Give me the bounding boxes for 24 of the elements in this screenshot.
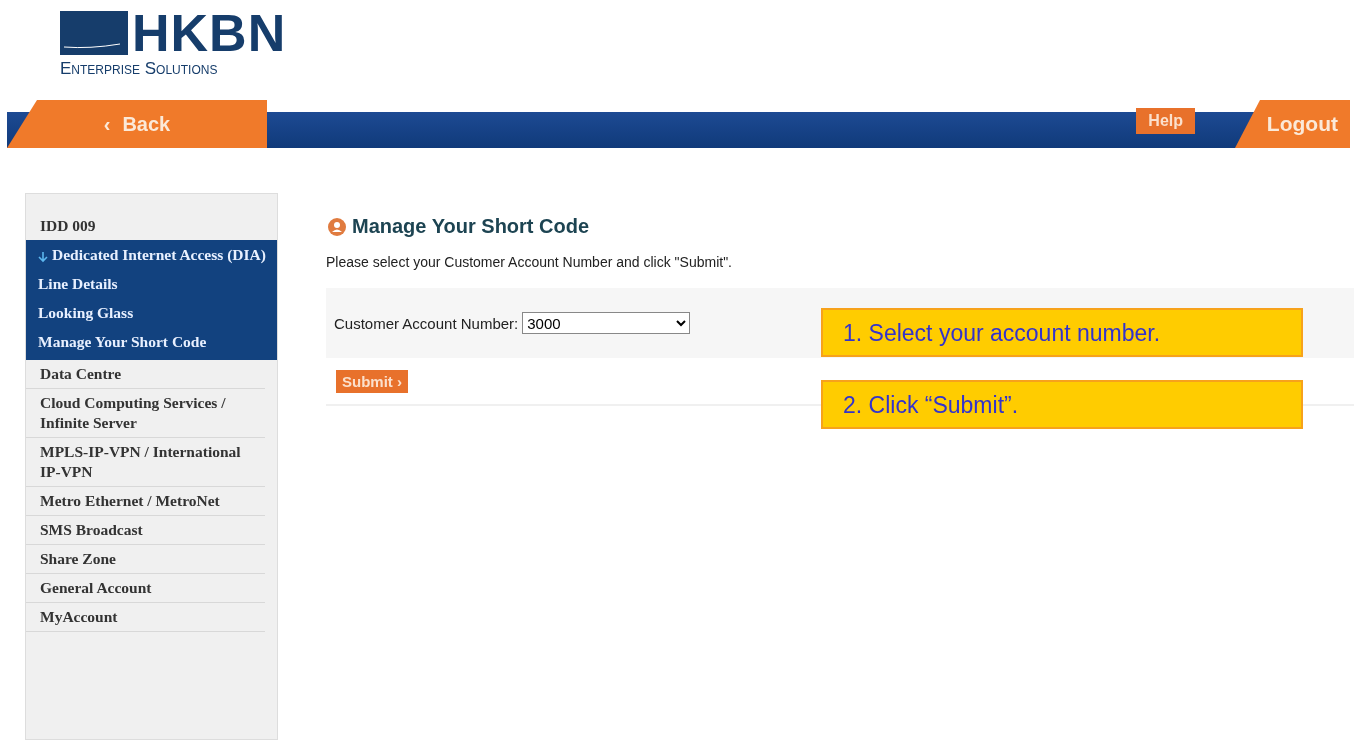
expand-arrow-icon — [38, 251, 48, 263]
sidebar-subitem[interactable]: Looking Glass — [26, 300, 277, 329]
callout-note: 2. Click “Submit”. — [821, 380, 1303, 429]
account-select[interactable]: 3000 — [522, 312, 691, 334]
sidebar-item[interactable]: Cloud Computing Services / Infinite Server — [26, 389, 265, 438]
sidebar-item[interactable]: General Account — [26, 574, 265, 603]
logo-wordmark: HKBN — [132, 9, 287, 57]
logo-tagline: Enterprise Solutions — [60, 59, 219, 79]
sidebar-item[interactable]: Metro Ethernet / MetroNet — [26, 487, 265, 516]
instruction-text: Please select your Customer Account Number and click "Submit". — [326, 254, 733, 270]
callout-note: 1. Select your account number. — [821, 308, 1303, 357]
logo-square-icon — [60, 11, 128, 55]
sidebar-item[interactable]: Share Zone — [26, 545, 265, 574]
sidebar-item[interactable]: SMS Broadcast — [26, 516, 265, 545]
sidebar-item[interactable]: IDD 009 — [26, 212, 265, 240]
page-title: Manage Your Short Code — [352, 215, 590, 238]
sidebar-subitem[interactable]: Line Details — [26, 271, 277, 300]
sidebar-item[interactable]: Dedicated Internet Access (DIA) — [26, 242, 277, 271]
user-icon — [328, 217, 346, 236]
account-label: Customer Account Number: — [334, 314, 519, 332]
sidebar-item[interactable]: Data Centre — [26, 360, 265, 389]
sidebar-item[interactable]: MPLS-IP-VPN / International IP-VPN — [26, 438, 265, 487]
sidebar-subitem[interactable]: Manage Your Short Code — [26, 329, 277, 358]
sidebar-item[interactable]: MyAccount — [26, 603, 265, 632]
